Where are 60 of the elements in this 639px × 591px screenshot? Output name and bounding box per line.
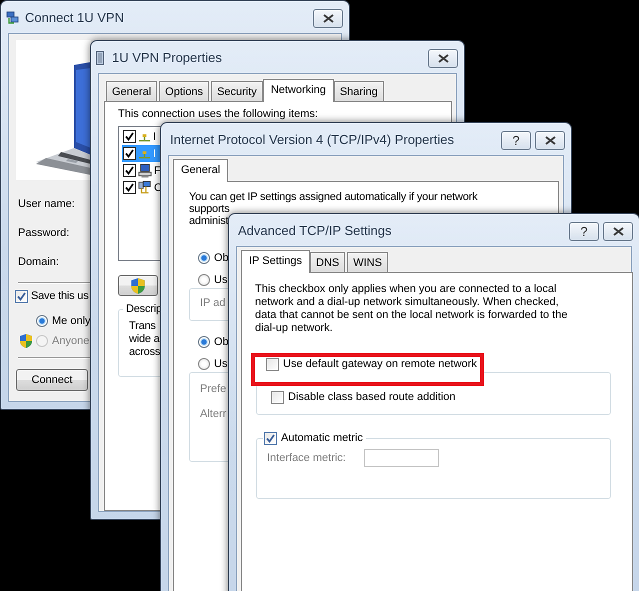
field-label: Password:: [18, 226, 70, 238]
window-title: Internet Protocol Version 4 (TCP/IPv4) Properties: [170, 131, 454, 149]
radio-button[interactable]: Ob: [198, 251, 229, 265]
tab[interactable]: IP Settings: [241, 250, 310, 273]
connect-button[interactable]: Connect: [16, 369, 88, 391]
tab[interactable]: General: [106, 81, 158, 101]
checkbox[interactable]: Automatic metric: [264, 431, 363, 445]
list-item[interactable]: I: [122, 128, 160, 145]
tab[interactable]: Networking: [262, 79, 334, 102]
field-label: Interface metric:: [267, 450, 347, 464]
description-text: wide a: [129, 333, 160, 346]
close-button[interactable]: [313, 9, 343, 28]
help-button[interactable]: ?: [569, 222, 599, 241]
checkbox[interactable]: Use default gateway on remote network: [266, 357, 477, 371]
radio-button[interactable]: Ob: [198, 335, 229, 349]
checkmark-icon: [266, 434, 275, 442]
shield-button[interactable]: [118, 275, 158, 296]
tab[interactable]: General: [173, 159, 228, 182]
description-text: across: [129, 346, 160, 359]
list-caption: This connection uses the following items:: [118, 108, 318, 121]
network-computer-icon: [138, 180, 152, 195]
radio-button[interactable]: Us: [198, 273, 228, 287]
tab[interactable]: DNS: [310, 252, 346, 272]
field-label: User name:: [18, 198, 75, 210]
close-icon: [612, 227, 624, 236]
note-text: This checkbox only applies when you are connected to a local network and a dial-up network simultaneously. When checked, data that cannot be sent on the local network is forwarded to the dial-up network.: [255, 283, 568, 335]
window-title: Advanced TCP/IP Settings: [238, 222, 392, 240]
close-icon: [438, 54, 448, 63]
server-icon: [96, 51, 104, 65]
intro-text: supports: [189, 203, 230, 215]
field-label: Alterr: [200, 407, 226, 421]
network-icon: [6, 11, 19, 25]
description-text: Trans: [129, 320, 156, 333]
checkbox[interactable]: Disable class based route addition: [271, 390, 456, 404]
tab[interactable]: Sharing: [334, 81, 384, 101]
save-checkbox[interactable]: Save this us: [15, 289, 89, 303]
shield-icon: [130, 276, 146, 294]
radio-button[interactable]: Us: [198, 357, 228, 371]
close-button[interactable]: [535, 131, 565, 150]
field-label: Prefe: [200, 382, 226, 396]
window-title: 1U VPN Properties: [112, 49, 222, 67]
field-label: IP ad: [200, 296, 226, 310]
intro-text: You can get IP settings assigned automatically if your network: [189, 191, 478, 203]
radio-button[interactable]: Me only: [36, 314, 91, 328]
close-icon: [322, 14, 334, 23]
network-icon: [138, 148, 151, 158]
computer-icon: [138, 163, 152, 178]
shield-icon: [19, 333, 33, 349]
tab[interactable]: Options: [159, 81, 210, 101]
tab[interactable]: WINS: [347, 252, 388, 272]
network-icon: [138, 132, 151, 142]
window-title: Connect 1U VPN: [25, 9, 124, 27]
field-label: Domain:: [18, 256, 59, 268]
list-item[interactable]: F: [122, 162, 160, 179]
close-icon: [544, 136, 556, 145]
close-button[interactable]: [428, 49, 458, 68]
checkmark-icon: [17, 292, 26, 300]
close-button[interactable]: [603, 222, 633, 241]
help-button[interactable]: ?: [501, 131, 531, 150]
tab[interactable]: Security: [211, 81, 263, 101]
